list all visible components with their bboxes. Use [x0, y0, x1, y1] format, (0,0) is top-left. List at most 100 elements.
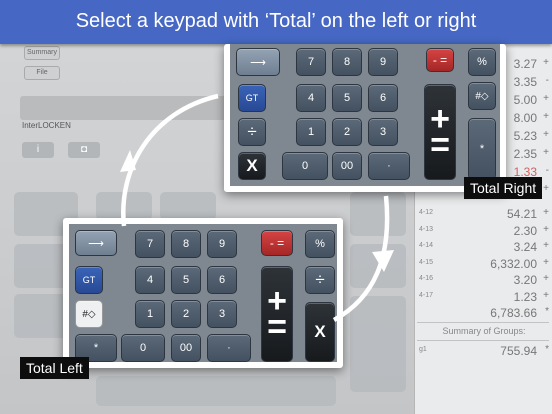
clear-key[interactable]: X	[238, 152, 266, 180]
tape-op: *	[545, 306, 549, 317]
key-1[interactable]: 1	[296, 118, 326, 146]
tape-code: 4-15	[419, 258, 434, 266]
bg-key	[350, 296, 406, 392]
key-6[interactable]: 6	[207, 266, 237, 294]
bg-key	[350, 244, 406, 288]
tape-op: +	[543, 57, 549, 68]
key-2[interactable]: 2	[332, 118, 362, 146]
keypad-total-left[interactable]: ⟶ GT #◇ * 7 8 9 4 5 6 1 2 3 0 00 · - = %…	[63, 218, 343, 368]
divider	[417, 322, 549, 323]
brand-label: InterLOCKEN	[22, 121, 71, 130]
bg-key	[160, 192, 216, 220]
tape-value: 1.23	[513, 289, 537, 304]
summary-of-groups-label: Summary of Groups:	[442, 326, 526, 336]
tape-value: 3.27	[513, 57, 537, 71]
divide-key[interactable]: ÷	[305, 266, 335, 294]
hash-diamond-key[interactable]: #◇	[75, 300, 103, 328]
arrow-key[interactable]: ⟶	[236, 48, 280, 76]
percent-key[interactable]: %	[468, 48, 496, 76]
summary-button: Summary	[24, 46, 60, 60]
info-icon: i	[22, 142, 54, 158]
key-8[interactable]: 8	[332, 48, 362, 76]
gt-key[interactable]: GT	[75, 266, 103, 294]
tape-row: 4-16 3.20 +	[415, 272, 552, 287]
key-7[interactable]: 7	[135, 230, 165, 258]
tape-op: -	[545, 165, 549, 176]
key-5[interactable]: 5	[332, 84, 362, 112]
key-00[interactable]: 00	[171, 334, 201, 362]
plus-equals-key[interactable]: + =	[424, 84, 456, 180]
tape-row: 4-12 54.21 +	[415, 206, 552, 221]
tape-value: 54.21	[506, 207, 537, 221]
tape-code: 4-12	[419, 209, 434, 216]
bg-key	[96, 192, 152, 220]
tape-value: 6,332.00	[490, 256, 537, 271]
equals-symbol: =	[267, 308, 287, 346]
tape-value: 3.24	[513, 240, 537, 254]
tape-value: 2.35	[513, 147, 537, 161]
arrow-key[interactable]: ⟶	[75, 230, 117, 256]
tape-op: +	[543, 256, 549, 268]
tape-value: 3.35	[513, 75, 537, 89]
tape-op: +	[543, 223, 549, 235]
tape-value: 8.00	[513, 111, 537, 125]
tape-code: 4-14	[419, 242, 434, 249]
file-button: File	[24, 66, 60, 80]
tape-op: +	[543, 183, 549, 194]
key-5[interactable]: 5	[171, 266, 201, 294]
key-9[interactable]: 9	[368, 48, 398, 76]
minus-equals-key[interactable]: - =	[261, 230, 293, 256]
tape-value: 6,783.66	[490, 306, 537, 320]
tape-op: +	[543, 273, 549, 284]
dot-key[interactable]: ·	[368, 152, 410, 180]
hash-diamond-key[interactable]: #◇	[468, 82, 496, 110]
tape-row: 6,783.66 *	[415, 305, 552, 320]
clear-key[interactable]: X	[305, 302, 335, 362]
key-7[interactable]: 7	[296, 48, 326, 76]
plus-equals-key[interactable]: + =	[261, 266, 293, 362]
banner-title: Select a keypad with ‘Total’ on the left…	[75, 10, 477, 32]
tape-op: +	[543, 147, 549, 158]
tape-code: 4-13	[419, 225, 434, 233]
key-00[interactable]: 00	[332, 152, 362, 180]
tape-code: 4-17	[419, 291, 434, 299]
tape-op: +	[543, 207, 549, 218]
keypad-total-right[interactable]: ⟶ GT ÷ X 7 8 9 4 5 6 1 2 3 0 00 · - = % …	[224, 44, 506, 192]
tape-value: 2.30	[513, 223, 537, 238]
tape-op: +	[543, 129, 549, 140]
percent-key[interactable]: %	[305, 230, 335, 258]
key-4[interactable]: 4	[296, 84, 326, 112]
tape-op: +	[543, 240, 549, 251]
tape-op: +	[543, 93, 549, 104]
tape-value: 3.20	[513, 273, 537, 287]
minus-equals-key[interactable]: - =	[426, 48, 454, 72]
key-8[interactable]: 8	[171, 230, 201, 258]
gt-key[interactable]: GT	[238, 84, 266, 112]
tape-row: 4-15 6,332.00 +	[415, 256, 552, 271]
key-9[interactable]: 9	[207, 230, 237, 258]
star-key[interactable]: *	[468, 118, 496, 180]
divider	[417, 340, 549, 341]
tape-code: 4-16	[419, 275, 434, 282]
key-0[interactable]: 0	[282, 152, 328, 180]
tape-row: 4-14 3.24 +	[415, 239, 552, 254]
tape-row: 4-13 2.30 +	[415, 223, 552, 238]
key-2[interactable]: 2	[171, 300, 201, 328]
bg-key	[350, 192, 406, 236]
tape-op: +	[543, 289, 549, 301]
bg-key	[96, 376, 336, 406]
tape-op: +	[543, 111, 549, 122]
key-3[interactable]: 3	[368, 118, 398, 146]
tape-summary-row: g1 755.94 *	[419, 344, 549, 358]
dot-key[interactable]: ·	[207, 334, 251, 362]
equals-symbol: =	[430, 126, 450, 164]
key-4[interactable]: 4	[135, 266, 165, 294]
key-6[interactable]: 6	[368, 84, 398, 112]
key-0[interactable]: 0	[121, 334, 165, 362]
key-3[interactable]: 3	[207, 300, 237, 328]
key-1[interactable]: 1	[135, 300, 165, 328]
divide-key[interactable]: ÷	[238, 118, 266, 146]
camera-icon: ◘	[68, 142, 100, 158]
tape-row: 4-17 1.23 +	[415, 289, 552, 304]
tape-op: -	[545, 75, 549, 86]
